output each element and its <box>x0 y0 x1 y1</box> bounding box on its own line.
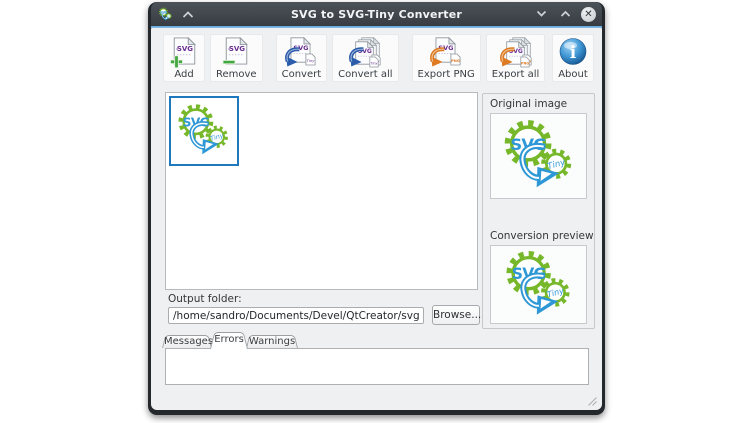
tab-errors-label: Errors <box>212 332 246 348</box>
remove-svg-icon <box>221 37 251 68</box>
toolbar: Add Remove Convert <box>163 34 596 86</box>
resize-grip-icon[interactable] <box>588 397 597 406</box>
conversion-preview-label: Conversion preview <box>490 230 594 242</box>
maximize-button[interactable] <box>557 6 573 22</box>
minimize-button[interactable] <box>533 6 549 22</box>
browse-button-label: Browse... <box>433 309 481 321</box>
convert-button[interactable]: Convert <box>276 34 328 82</box>
export-all-icon <box>499 37 533 68</box>
export-all-button[interactable]: Export all <box>486 34 546 82</box>
convert-all-icon <box>348 37 382 68</box>
close-button[interactable]: ✕ <box>581 7 596 22</box>
export-png-button-label: Export PNG <box>418 69 475 80</box>
titlebar: SVG to SVG-Tiny Converter <box>151 2 602 26</box>
window-content: Add Remove Convert <box>151 28 602 410</box>
about-button-label: About <box>558 69 588 80</box>
add-button-label: Add <box>174 69 193 80</box>
original-image-label: Original image <box>490 98 567 110</box>
remove-button[interactable]: Remove <box>210 34 263 82</box>
add-svg-icon <box>169 37 199 68</box>
svg-text:i: i <box>570 43 577 63</box>
chevron-up-icon <box>182 10 194 19</box>
chevron-up-icon <box>560 10 571 18</box>
export-png-icon <box>430 37 462 68</box>
convert-icon <box>285 37 317 68</box>
chevron-down-icon <box>536 10 547 18</box>
shade-button[interactable] <box>180 6 196 22</box>
tab-messages-label: Messages <box>164 335 210 348</box>
export-png-button[interactable]: Export PNG <box>412 34 481 82</box>
preview-panel: Original image Conversion preview <box>482 93 595 329</box>
close-icon: ✕ <box>584 9 592 20</box>
tab-messages[interactable]: Messages <box>164 335 210 348</box>
browse-button[interactable]: Browse... <box>432 305 480 325</box>
original-logo-image <box>500 117 578 195</box>
tab-warnings[interactable]: Warnings <box>248 335 296 348</box>
convert-all-button[interactable]: Convert all <box>332 34 398 82</box>
info-icon: i <box>558 37 588 68</box>
logo-thumbnail-image <box>175 102 233 160</box>
svg-logo-thumbnail[interactable] <box>169 96 239 166</box>
app-logo-icon[interactable] <box>157 6 173 22</box>
output-folder-input[interactable] <box>168 307 424 324</box>
remove-button-label: Remove <box>216 69 257 80</box>
tab-warnings-label: Warnings <box>248 335 296 348</box>
convert-button-label: Convert <box>282 69 322 80</box>
original-image-preview <box>490 113 587 199</box>
convert-all-button-label: Convert all <box>338 69 392 80</box>
tab-errors[interactable]: Errors <box>212 332 246 349</box>
desktop-background: SVG to SVG-Tiny Converter <box>0 0 752 423</box>
add-button[interactable]: Add <box>163 34 205 82</box>
conversion-preview-box <box>490 245 587 324</box>
file-list[interactable] <box>165 92 478 290</box>
log-output-area[interactable] <box>165 348 589 385</box>
about-button[interactable]: i About <box>552 34 594 82</box>
export-all-button-label: Export all <box>492 69 540 80</box>
output-folder-label: Output folder: <box>168 293 242 305</box>
app-window: SVG to SVG-Tiny Converter <box>148 2 605 415</box>
converted-logo-image <box>502 248 576 322</box>
